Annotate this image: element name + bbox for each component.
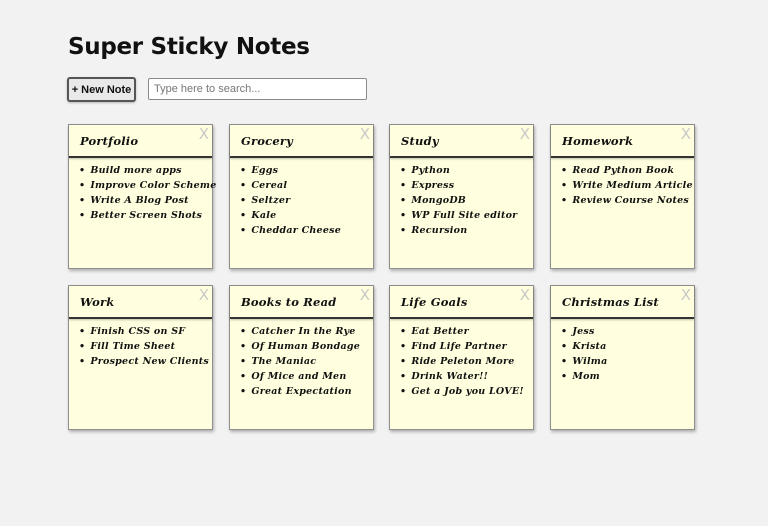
list-item[interactable]: Eggs [240, 163, 341, 178]
note-list: Jess Krista Wilma Mom [561, 324, 608, 384]
note-list: Catcher In the Rye Of Human Bondage The … [240, 324, 360, 399]
close-icon[interactable]: X [681, 288, 691, 303]
list-item[interactable]: Drink Water!! [400, 369, 524, 384]
note-list: Build more apps Improve Color Scheme Wri… [79, 163, 217, 223]
close-icon[interactable]: X [199, 288, 209, 303]
note-header: Study X [390, 125, 533, 158]
note-grocery: Grocery X Eggs Cereal Seltzer Kale Chedd… [229, 124, 374, 269]
note-title[interactable]: Study [401, 134, 439, 148]
note-header: Books to Read X [230, 286, 373, 319]
close-icon[interactable]: X [520, 288, 530, 303]
note-list: Python Express MongoDB WP Full Site edit… [400, 163, 517, 238]
note-header: Portfolio X [69, 125, 212, 158]
close-icon[interactable]: X [199, 127, 209, 142]
list-item[interactable]: Cheddar Cheese [240, 223, 341, 238]
list-item[interactable]: Catcher In the Rye [240, 324, 360, 339]
note-title[interactable]: Homework [562, 134, 633, 148]
list-item[interactable]: Python [400, 163, 517, 178]
list-item[interactable]: Mom [561, 369, 608, 384]
list-item[interactable]: Better Screen Shots [79, 208, 217, 223]
note-homework: Homework X Read Python Book Write Medium… [550, 124, 695, 269]
list-item[interactable]: Of Human Bondage [240, 339, 360, 354]
note-christmas-list: Christmas List X Jess Krista Wilma Mom [550, 285, 695, 430]
list-item[interactable]: Krista [561, 339, 608, 354]
new-note-button[interactable]: + New Note [67, 77, 136, 102]
note-title[interactable]: Grocery [241, 134, 293, 148]
note-list: Eat Better Find Life Partner Ride Peleto… [400, 324, 524, 399]
list-item[interactable]: Jess [561, 324, 608, 339]
note-title[interactable]: Books to Read [241, 295, 336, 309]
list-item[interactable]: Of Mice and Men [240, 369, 360, 384]
list-item[interactable]: Write A Blog Post [79, 193, 217, 208]
list-item[interactable]: Review Course Notes [561, 193, 693, 208]
note-header: Life Goals X [390, 286, 533, 319]
note-list: Finish CSS on SF Fill Time Sheet Prospec… [79, 324, 209, 369]
close-icon[interactable]: X [360, 288, 370, 303]
note-work: Work X Finish CSS on SF Fill Time Sheet … [68, 285, 213, 430]
note-header: Work X [69, 286, 212, 319]
list-item[interactable]: Express [400, 178, 517, 193]
list-item[interactable]: Write Medium Article [561, 178, 693, 193]
list-item[interactable]: Seltzer [240, 193, 341, 208]
note-list: Eggs Cereal Seltzer Kale Cheddar Cheese [240, 163, 341, 238]
list-item[interactable]: Finish CSS on SF [79, 324, 209, 339]
note-header: Homework X [551, 125, 694, 158]
note-header: Grocery X [230, 125, 373, 158]
list-item[interactable]: Build more apps [79, 163, 217, 178]
note-title[interactable]: Christmas List [562, 295, 659, 309]
list-item[interactable]: Cereal [240, 178, 341, 193]
close-icon[interactable]: X [360, 127, 370, 142]
list-item[interactable]: Read Python Book [561, 163, 693, 178]
list-item[interactable]: Get a Job you LOVE! [400, 384, 524, 399]
note-header: Christmas List X [551, 286, 694, 319]
list-item[interactable]: Kale [240, 208, 341, 223]
list-item[interactable]: Improve Color Scheme [79, 178, 217, 193]
list-item[interactable]: MongoDB [400, 193, 517, 208]
note-title[interactable]: Work [80, 295, 114, 309]
list-item[interactable]: Wilma [561, 354, 608, 369]
list-item[interactable]: WP Full Site editor [400, 208, 517, 223]
note-list: Read Python Book Write Medium Article Re… [561, 163, 693, 208]
list-item[interactable]: Recursion [400, 223, 517, 238]
app-title: Super Sticky Notes [68, 34, 310, 60]
close-icon[interactable]: X [681, 127, 691, 142]
note-study: Study X Python Express MongoDB WP Full S… [389, 124, 534, 269]
list-item[interactable]: Ride Peleton More [400, 354, 524, 369]
note-life-goals: Life Goals X Eat Better Find Life Partne… [389, 285, 534, 430]
note-title[interactable]: Life Goals [401, 295, 468, 309]
list-item[interactable]: Eat Better [400, 324, 524, 339]
list-item[interactable]: Great Expectation [240, 384, 360, 399]
list-item[interactable]: Prospect New Clients [79, 354, 209, 369]
note-portfolio: Portfolio X Build more apps Improve Colo… [68, 124, 216, 269]
list-item[interactable]: The Maniac [240, 354, 360, 369]
list-item[interactable]: Find Life Partner [400, 339, 524, 354]
search-input[interactable] [148, 78, 367, 100]
note-title[interactable]: Portfolio [80, 134, 138, 148]
note-books-to-read: Books to Read X Catcher In the Rye Of Hu… [229, 285, 374, 430]
list-item[interactable]: Fill Time Sheet [79, 339, 209, 354]
close-icon[interactable]: X [520, 127, 530, 142]
